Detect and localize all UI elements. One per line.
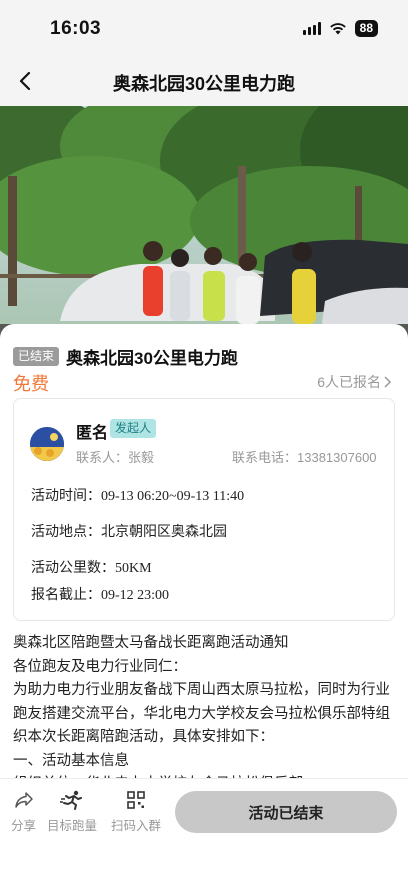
activity-distance: 活动公里数：50KM <box>31 557 152 577</box>
status-icons: 88 <box>302 20 378 37</box>
title-row: 已结束 奥森北园30公里电力跑 <box>13 344 238 369</box>
activity-info-card: 匿名 发起人 联系人：张毅 联系电话：13381307600 活动时间：09-1… <box>13 398 395 621</box>
activity-time-value: 09-13 06:20~09-13 11:40 <box>101 489 245 504</box>
activity-distance-value: 50KM <box>115 561 152 576</box>
signup-count-link[interactable]: 6人已报名 <box>317 372 392 392</box>
share-button[interactable]: 分享 <box>11 789 36 834</box>
scan-join-group-label: 扫码入群 <box>111 819 162 833</box>
activity-ended-button[interactable]: 活动已结束 <box>175 791 397 833</box>
description-line: 一、活动基本信息 <box>13 752 129 769</box>
status-badge: 已结束 <box>13 347 60 366</box>
description-line: 各位跑友及电力行业同仁： <box>13 658 187 675</box>
signup-deadline-label: 报名截止： <box>31 586 101 602</box>
organizer-name: 匿名 <box>76 425 109 442</box>
activity-detail-sheet: 已结束 奥森北园30公里电力跑 免费 6人已报名 匿名 发起人 联系人：张毅 联… <box>0 324 408 794</box>
runner-icon <box>60 789 84 811</box>
activity-description: 奥森北区陪跑暨太马备战长距离跑活动通知 各位跑友及电力行业同仁： 为助力电力行业… <box>13 632 397 797</box>
initiator-tag: 发起人 <box>110 419 157 438</box>
contact-person: 联系人：张毅 <box>76 450 155 465</box>
avatar[interactable] <box>30 427 64 461</box>
signal-icon <box>302 22 321 35</box>
share-icon <box>14 789 34 811</box>
price-label: 免费 <box>13 374 49 394</box>
status-time: 16:03 <box>50 18 102 39</box>
status-bar: 16:03 88 <box>0 0 408 56</box>
activity-location: 活动地点：北京朝阳区奥森北园 <box>31 521 227 541</box>
signup-count-text: 6人已报名 <box>317 374 381 390</box>
target-pace-label: 目标跑量 <box>47 819 98 833</box>
signup-deadline: 报名截止：09-12 23:00 <box>31 584 169 604</box>
bottom-action-bar: 分享 目标跑量 扫码入群 活动已结束 <box>0 778 408 883</box>
activity-title: 奥森北园30公里电力跑 <box>66 349 238 368</box>
share-label: 分享 <box>11 819 37 833</box>
contact-phone[interactable]: 联系电话：13381307600 <box>232 447 377 466</box>
scan-join-group-button[interactable]: 扫码入群 <box>111 789 161 834</box>
activity-cover-image <box>0 106 408 338</box>
activity-distance-label: 活动公里数： <box>31 559 115 575</box>
description-line: 为助力电力行业朋友备战下周山西太原马拉松，同时为行业跑友搭建交流平台，华北电力大… <box>13 682 390 745</box>
activity-location-label: 活动地点： <box>31 523 101 539</box>
qr-code-icon <box>127 789 145 811</box>
signup-deadline-value: 09-12 23:00 <box>101 588 170 603</box>
battery-icon: 88 <box>354 20 378 37</box>
page-title: 奥森北园30公里电力跑 <box>112 74 296 94</box>
wifi-icon <box>329 23 346 35</box>
nav-bar: 奥森北园30公里电力跑 <box>0 56 408 106</box>
activity-time-label: 活动时间： <box>31 487 101 503</box>
activity-location-value: 北京朝阳区奥森北园 <box>101 523 227 539</box>
chevron-right-icon <box>384 376 392 388</box>
target-pace-button[interactable]: 目标跑量 <box>47 789 97 834</box>
description-line: 奥森北区陪跑暨太马备战长距离跑活动通知 <box>13 635 289 651</box>
activity-time: 活动时间：09-13 06:20~09-13 11:40 <box>31 485 244 505</box>
